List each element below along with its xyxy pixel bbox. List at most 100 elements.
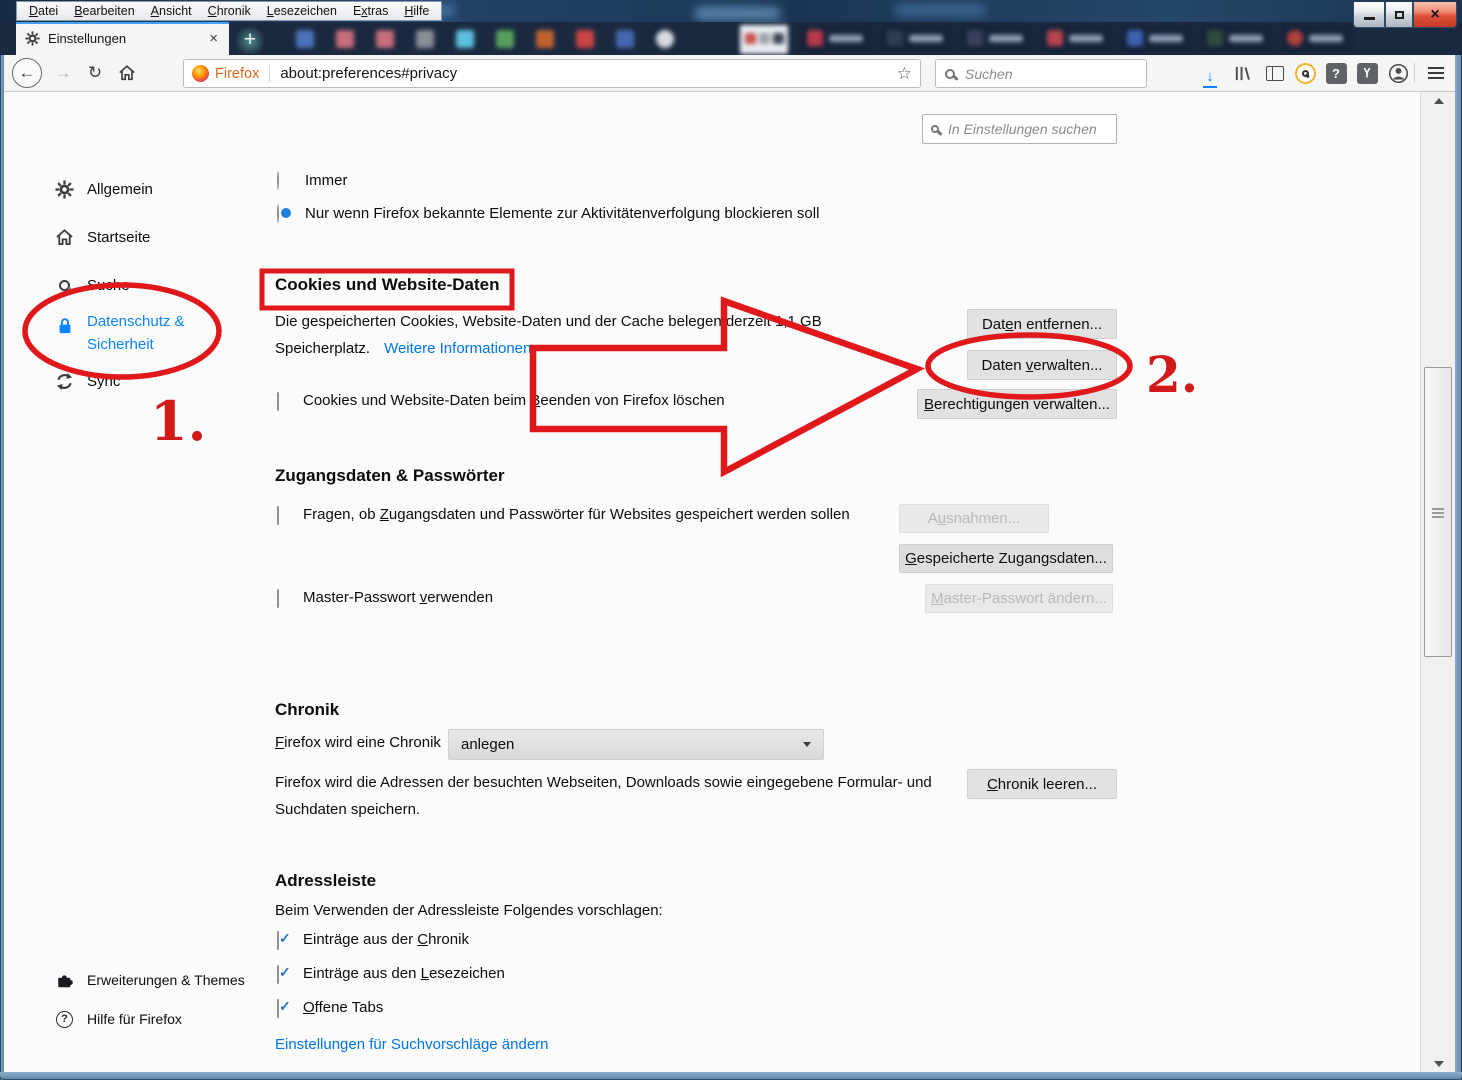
menu-item-bearbeiten[interactable]: Bearbeiten [66,2,142,20]
cookies-description-line1: Die gespeicherten Cookies, Website-Daten… [275,313,822,330]
scrollbar-down-button[interactable] [1421,1055,1456,1072]
library-button[interactable] [1228,60,1256,86]
app-menu-button[interactable] [1422,60,1450,86]
link-suchvorschlaege-aendern[interactable]: Einstellungen für Suchvorschläge ändern [275,1036,549,1053]
radio-selected-icon [277,204,279,223]
home-icon [55,228,74,247]
menu-item-datei[interactable]: Datei [21,2,66,20]
checkbox-cookies-loeschen-label: Cookies und Website-Daten beim Beenden v… [303,392,725,409]
sidebar-item-hilfe[interactable]: ? Hilfe für Firefox [55,1008,182,1030]
scrollbar-thumb[interactable] [1424,367,1452,657]
sidebar-item-allgemein[interactable]: Allgemein [55,178,153,200]
scrollbar[interactable] [1420,92,1455,1072]
extension-help-button[interactable]: ? [1322,60,1350,86]
extension-search-button[interactable] [1291,60,1319,86]
section-heading-cookies: Cookies und Website-Daten [275,275,500,294]
tab-einstellungen[interactable]: Einstellungen × [16,22,229,55]
urlbar[interactable]: Firefox about:preferences#privacy ☆ [183,59,921,88]
reload-button[interactable]: ↻ [80,58,110,88]
blurred-title-text-2 [895,4,985,16]
chronik-description-line2: Suchdaten speichern. [275,801,421,818]
tab-title: Einstellungen [48,31,127,46]
checkbox-checked-icon [277,931,279,950]
checkbox-icon [277,506,279,525]
section-heading-adressleiste: Adressleiste [275,871,377,890]
tab-close-icon[interactable]: × [207,30,220,47]
bookmark-star-icon[interactable]: ☆ [897,64,912,84]
minimize-icon [1363,17,1375,20]
help-icon: ? [55,1010,74,1029]
chronik-description-line1: Firefox wird die Adressen der besuchten … [275,774,932,791]
new-tab-button[interactable]: + [233,25,267,54]
blurred-tabs[interactable] [284,22,1354,55]
browser-search-input[interactable] [963,64,1137,83]
checkbox-fragen-label: Fragen, ob Zugangsdaten und Passwörter f… [303,506,850,523]
button-daten-verwalten[interactable]: Daten v erwalten... [967,350,1117,380]
home-icon [119,65,135,81]
identity-badge[interactable]: Firefox [192,65,271,82]
browser-search[interactable] [935,59,1147,88]
button-gespeicherte-zugangsdaten[interactable]: Gespeicherte Zugangsdaten... [899,544,1113,573]
button-chronik-leeren[interactable]: Chronik leeren... [967,769,1117,799]
search-icon [931,125,939,133]
settings-search[interactable] [922,114,1117,144]
sidebar-toggle-icon [1266,65,1284,81]
checkbox-checked-icon [277,965,279,984]
sidebar-item-sync[interactable]: Sync [55,370,120,392]
button-master-passwort-aendern[interactable]: Master-Passwort ändern... [925,584,1113,613]
window-minimize-button[interactable] [1353,2,1385,28]
window-close-button[interactable]: × [1413,2,1457,28]
urlbar-url[interactable]: about:preferences#privacy [280,65,896,82]
arrow-up-icon [1433,97,1444,104]
select-value: anlegen [461,736,515,753]
hamburger-icon [1428,72,1444,74]
extension-clipper-button[interactable] [1353,60,1381,86]
radio-nur-wenn-bekannt[interactable] [277,204,279,223]
tab-strip: Einstellungen × + [0,22,1462,55]
checkbox-eintraege-chronik[interactable] [277,931,279,950]
window-maximize-button[interactable] [1385,2,1413,28]
radio-icon [277,171,279,190]
checkbox-eintraege-lesezeichen[interactable] [277,965,279,984]
search-icon [55,276,74,295]
settings-search-input[interactable] [946,120,1108,138]
back-button[interactable]: ← [12,58,42,88]
menu-item-ansicht[interactable]: Ansicht [143,2,200,20]
sidebars-button[interactable] [1261,60,1289,86]
sidebar-item-datenschutz[interactable]: Datenschutz & Sicherheit [55,310,185,353]
sidebar-item-startseite[interactable]: Startseite [55,226,150,248]
window-border-bottom [0,1072,1462,1080]
checkbox-cookies-loeschen[interactable] [277,392,279,411]
sidebar-item-erweiterungen[interactable]: Erweiterungen & Themes [55,969,245,991]
gear-icon [25,31,40,46]
scrollbar-up-button[interactable] [1421,92,1456,109]
menu-item-hilfe[interactable]: Hilfe [396,2,437,20]
button-berechtigungen-verwalten[interactable]: Berechtigungen verwalten... [917,389,1117,419]
chevron-down-icon [803,742,811,747]
search-icon [945,68,955,79]
navigation-toolbar: ← → ↻ Firefox about:preferences#privacy … [0,55,1462,92]
radio-immer-label: Immer [305,172,348,189]
gear-icon [55,179,74,199]
checkbox-offene-tabs[interactable] [277,999,279,1018]
checkbox-checked-icon [277,999,279,1018]
radio-immer[interactable] [277,171,279,190]
checkbox-icon [277,392,279,411]
link-weitere-informationen[interactable]: Weitere Informationen [384,340,531,357]
menu-item-lesezeichen[interactable]: Lesezeichen [259,2,345,20]
browser-window: Datei Bearbeiten Ansicht Chronik Lesezei… [0,0,1462,1080]
home-button[interactable] [112,58,142,88]
adressleiste-intro: Beim Verwenden der Adressleiste Folgende… [275,902,663,919]
checkbox-fragen-zugangsdaten[interactable] [277,506,279,525]
button-ausnahmen[interactable]: Au snahmen... [899,504,1049,533]
menu-item-extras[interactable]: Extras [345,2,396,20]
button-daten-entfernen[interactable]: Dat e n entfernen... [967,309,1117,339]
downloads-button[interactable]: ↓ [1196,60,1224,88]
sidebar-item-suche[interactable]: Suche [55,274,130,296]
menu-item-chronik[interactable]: Chronik [200,2,259,20]
checkbox-eintraege-chronik-label: Einträge aus der Chronik [303,931,469,948]
checkbox-master-passwort[interactable] [277,589,279,608]
forward-button[interactable]: → [48,58,78,88]
account-button[interactable] [1384,60,1412,86]
select-chronik-mode[interactable]: anlegen [448,729,824,760]
